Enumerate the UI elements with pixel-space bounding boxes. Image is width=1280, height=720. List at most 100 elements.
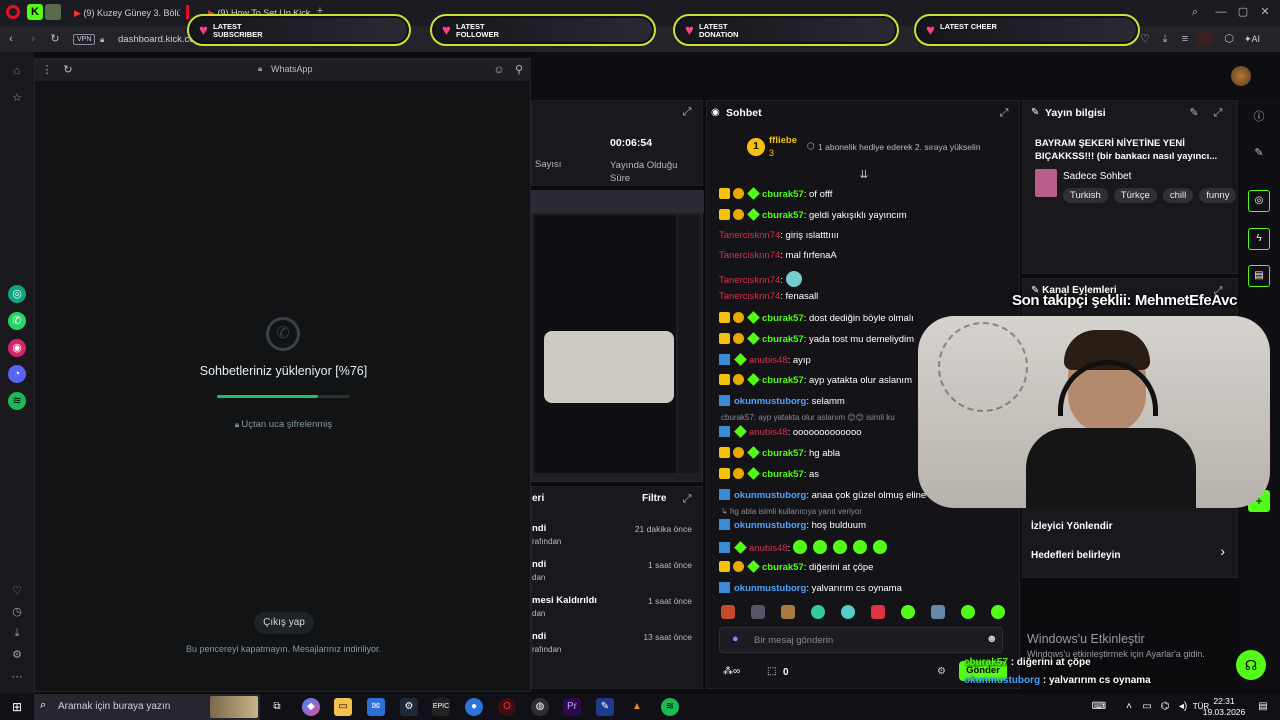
network-icon[interactable]: ⌬: [1156, 698, 1174, 716]
maximize-icon[interactable]: ▢: [1236, 3, 1250, 21]
lightning-action-icon[interactable]: ϟ: [1248, 228, 1270, 250]
chat-username[interactable]: anubis48: [749, 427, 788, 438]
taskbar-search[interactable]: ⌕ Aramak için buraya yazın: [34, 694, 260, 720]
chat-username[interactable]: Tanercisknn74: [719, 250, 780, 261]
chat-username[interactable]: Tanercisknn74: [719, 230, 780, 241]
heart-icon[interactable]: ♡: [8, 582, 26, 600]
emote-icon[interactable]: [871, 605, 885, 619]
tag-item[interactable]: funny: [1199, 188, 1237, 203]
edit-icon[interactable]: ✎: [1187, 104, 1201, 122]
tag-item[interactable]: Turkish: [1063, 188, 1108, 203]
menu-icon[interactable]: ≡: [1178, 30, 1192, 48]
emote-icon[interactable]: [781, 605, 795, 619]
activity-row[interactable]: ndi rafından 21 dakika önce: [532, 523, 702, 553]
emote-icon[interactable]: [901, 605, 915, 619]
emote-icon[interactable]: [961, 605, 975, 619]
more-icon[interactable]: ⋯: [8, 668, 26, 686]
points-icon[interactable]: ⁂∞: [723, 666, 740, 677]
expand-icon[interactable]: ⤢: [997, 104, 1011, 122]
keyboard-icon[interactable]: ⌨: [1090, 698, 1108, 716]
chat-username[interactable]: cburak57: [762, 210, 804, 221]
editor-icon[interactable]: ✎: [596, 698, 614, 716]
reload-icon[interactable]: ↻: [61, 61, 75, 79]
tag-item[interactable]: chill: [1162, 188, 1194, 203]
camera-action-icon[interactable]: ◎: [1248, 190, 1270, 212]
chat-username[interactable]: cburak57: [762, 469, 804, 480]
scroll-down-icon[interactable]: ⇊: [857, 166, 871, 184]
chat-username[interactable]: cburak57: [762, 313, 804, 324]
file-explorer-icon[interactable]: ▭: [334, 698, 352, 716]
chat-username[interactable]: cburak57: [762, 189, 804, 200]
opera-taskbar-icon[interactable]: O: [498, 698, 516, 716]
chat-username[interactable]: cburak57: [762, 448, 804, 459]
chat-username[interactable]: anubis48: [749, 543, 788, 554]
chat-username[interactable]: Tanercisknn74: [719, 275, 780, 286]
activity-row[interactable]: ndi dan 1 saat önce: [532, 559, 702, 589]
expand-icon[interactable]: ⤢: [680, 490, 694, 508]
avatar[interactable]: [1231, 66, 1251, 86]
vlc-icon[interactable]: ▲: [628, 698, 646, 716]
activity-row[interactable]: mesi Kaldırıldı dan 1 saat önce: [532, 595, 702, 625]
instagram-icon[interactable]: ◉: [8, 339, 26, 357]
download-icon[interactable]: ⤓: [8, 624, 26, 642]
back-icon[interactable]: ‹: [4, 30, 18, 48]
obs-icon[interactable]: ◍: [531, 698, 549, 716]
viewer-redirect-button[interactable]: İzleyici Yönlendir: [1031, 521, 1113, 532]
activity-row[interactable]: ndi rafından 13 saat önce: [532, 631, 702, 661]
pin-icon[interactable]: ⚲: [512, 61, 526, 79]
download-icon[interactable]: ⤓: [1158, 30, 1172, 48]
forward-icon[interactable]: ›: [26, 30, 40, 48]
tab-kuzey-guney[interactable]: ▶ (9) Kuzey Güney 3. Bölüm: [66, 3, 180, 23]
discord-icon[interactable]: ◔: [8, 365, 26, 383]
steam-icon[interactable]: ⚙: [400, 698, 418, 716]
reload-icon[interactable]: ↻: [48, 30, 62, 48]
emote-icon[interactable]: [751, 605, 765, 619]
settings-icon[interactable]: ⚙: [8, 646, 26, 664]
emote-icon[interactable]: [841, 605, 855, 619]
chat-username[interactable]: okunmustuborg: [734, 490, 806, 501]
battery-icon[interactable]: ▭: [1138, 698, 1156, 716]
premiere-icon[interactable]: Pr: [563, 698, 581, 716]
pencil-icon[interactable]: ✎: [1250, 144, 1268, 162]
notifications-icon[interactable]: ▤: [1254, 698, 1272, 716]
app-icon[interactable]: ●: [465, 698, 483, 716]
emote-icon[interactable]: [721, 605, 735, 619]
document-action-icon[interactable]: ▤: [1248, 265, 1270, 287]
chat-username[interactable]: Tanercisknn74: [719, 291, 780, 302]
microphone-icon[interactable]: ●: [732, 633, 739, 645]
chat-username[interactable]: okunmustuborg: [734, 396, 806, 407]
spotify-icon[interactable]: ≋: [8, 392, 26, 410]
chat-username[interactable]: cburak57: [762, 375, 804, 386]
volume-icon[interactable]: ◂): [1174, 698, 1192, 716]
whatsapp-icon[interactable]: ✆: [8, 312, 26, 330]
extension-icon[interactable]: ⬡: [1222, 30, 1236, 48]
profile-icon[interactable]: [1197, 32, 1213, 46]
windows-start-icon[interactable]: ⊞: [8, 698, 26, 716]
emote-icon[interactable]: [931, 605, 945, 619]
tag-item[interactable]: Türkçe: [1113, 188, 1157, 203]
set-goals-button[interactable]: Hedefleri belirleyin ›: [1031, 543, 1231, 561]
chat-username[interactable]: anubis48: [749, 355, 788, 366]
info-icon[interactable]: ⓘ: [1250, 108, 1268, 126]
search-icon[interactable]: ⌕: [1188, 3, 1202, 21]
chatgpt-icon[interactable]: ◎: [8, 285, 26, 303]
close-icon[interactable]: ✕: [1258, 3, 1272, 21]
expand-icon[interactable]: ⤢: [680, 103, 694, 121]
opera-logo-icon[interactable]: [6, 5, 20, 19]
mute-icon[interactable]: ☺: [492, 61, 506, 79]
history-icon[interactable]: ◷: [8, 603, 26, 621]
heart-icon[interactable]: ♡: [1138, 30, 1152, 48]
epic-games-icon[interactable]: EPIC: [432, 698, 450, 716]
settings-icon[interactable]: ⚙: [937, 666, 946, 677]
chat-username[interactable]: okunmustuborg: [734, 583, 806, 594]
ai-button[interactable]: ✦AI: [1244, 34, 1260, 45]
copilot-icon[interactable]: ◆: [302, 698, 320, 716]
message-input[interactable]: ● Bir mesaj gönderin ☻: [719, 627, 1003, 653]
filter-button[interactable]: Filtre: [642, 493, 666, 504]
avatar-tab-icon[interactable]: [45, 4, 61, 20]
mail-icon[interactable]: ✉: [367, 698, 385, 716]
emote-icon[interactable]: [991, 605, 1005, 619]
chat-username[interactable]: cburak57: [762, 334, 804, 345]
home-icon[interactable]: ⌂: [8, 62, 26, 80]
tray-chevron-icon[interactable]: ˄: [1120, 698, 1138, 716]
